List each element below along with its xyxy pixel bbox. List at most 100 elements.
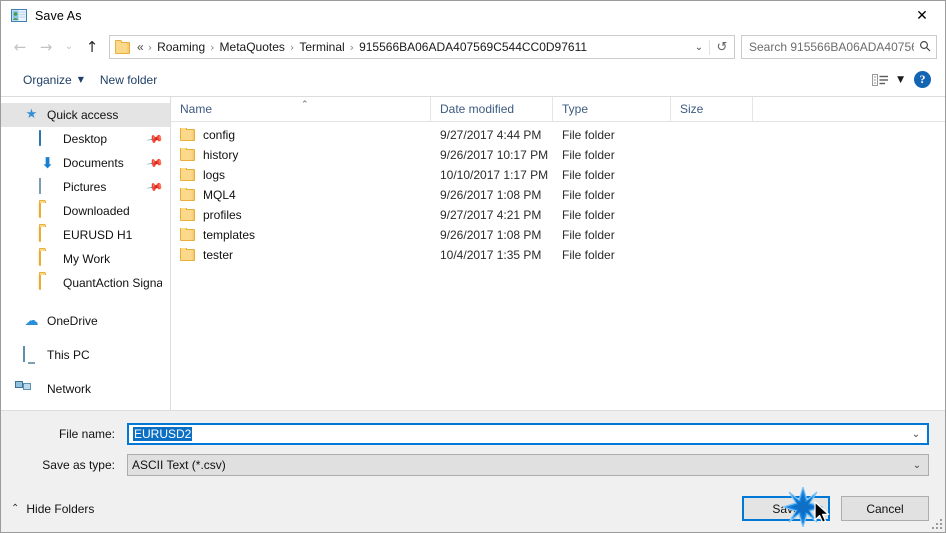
table-row[interactable]: MQL4 9/26/2017 1:08 PM File folder xyxy=(171,185,945,205)
sidebar-item-pictures[interactable]: Pictures 📌 xyxy=(1,175,170,199)
star-icon: ★ xyxy=(25,107,38,122)
desktop-icon xyxy=(39,130,56,147)
sidebar-item-onedrive[interactable]: ☁ OneDrive xyxy=(1,309,170,333)
column-header-name[interactable]: Name ⌃ xyxy=(171,97,431,121)
sidebar-item-desktop[interactable]: Desktop 📌 xyxy=(1,127,170,151)
folder-icon xyxy=(180,208,195,221)
file-date: 9/27/2017 4:44 PM xyxy=(440,128,542,142)
dialog-buttons: Save Cancel xyxy=(742,496,929,521)
file-name-cell: logs xyxy=(171,168,431,182)
search-input[interactable]: Search 915566BA06ADA40756... xyxy=(742,40,914,54)
file-date: 9/27/2017 4:21 PM xyxy=(440,208,542,222)
hide-folders-button[interactable]: ⌃ Hide Folders xyxy=(11,502,94,516)
sidebar-item-label: Quick access xyxy=(47,108,119,122)
hide-folders-label: Hide Folders xyxy=(26,501,95,516)
file-name-cell: tester xyxy=(171,248,431,262)
file-name-cell: profiles xyxy=(171,208,431,222)
save-as-dialog: Save As ✕ ← → ⌄ ↑ « › Roaming › MetaQuot… xyxy=(0,0,946,533)
navigation-bar: ← → ⌄ ↑ « › Roaming › MetaQuotes › Termi… xyxy=(1,31,945,63)
sidebar-item-this-pc[interactable]: This PC xyxy=(1,343,170,367)
chevron-down-icon[interactable]: ⌄ xyxy=(906,460,928,471)
address-dropdown-icon[interactable]: ⌄ xyxy=(689,42,709,53)
chevron-down-icon[interactable]: ⌄ xyxy=(905,429,927,440)
sidebar-item-label: EURUSD H1 xyxy=(63,228,133,242)
search-icon xyxy=(914,40,936,55)
sidebar-item-my-work[interactable]: My Work xyxy=(1,247,170,271)
breadcrumb-item-terminal-id[interactable]: 915566BA06ADA407569C544CC0D97611 xyxy=(356,39,590,55)
save-as-app-icon xyxy=(11,8,27,24)
table-row[interactable]: profiles 9/27/2017 4:21 PM File folder xyxy=(171,205,945,225)
save-as-type-select[interactable]: ASCII Text (*.csv) ⌄ xyxy=(127,454,929,476)
breadcrumb-item-terminal[interactable]: Terminal xyxy=(296,39,347,55)
sidebar-item-label: QuantAction Signal xyxy=(63,276,162,290)
table-row[interactable]: tester 10/4/2017 1:35 PM File folder xyxy=(171,245,945,265)
file-name: config xyxy=(203,128,236,142)
address-folder-icon xyxy=(115,39,131,54)
view-mode-chevron-down-icon[interactable]: ▼ xyxy=(893,75,914,85)
pin-icon: 📌 xyxy=(145,153,165,173)
dialog-body: ★ Quick access Desktop 📌 ⬇ Documents 📌 P… xyxy=(1,97,945,410)
file-name-cell: MQL4 xyxy=(171,188,431,202)
table-row[interactable]: templates 9/26/2017 1:08 PM File folder xyxy=(171,225,945,245)
file-name: history xyxy=(203,148,239,162)
file-type: File folder xyxy=(562,128,615,142)
organize-button[interactable]: Organize ▼ xyxy=(15,69,92,91)
back-button[interactable]: ← xyxy=(7,34,33,60)
resize-grip[interactable] xyxy=(929,516,942,529)
file-name: logs xyxy=(203,168,226,182)
breadcrumb-overflow-icon[interactable]: « xyxy=(136,40,146,54)
address-bar[interactable]: « › Roaming › MetaQuotes › Terminal › 91… xyxy=(109,35,735,59)
sidebar-item-label: My Work xyxy=(63,252,111,266)
column-header-type[interactable]: Type xyxy=(553,97,671,121)
column-header-size[interactable]: Size xyxy=(671,97,753,121)
file-name: MQL4 xyxy=(203,188,236,202)
file-date: 9/26/2017 1:08 PM xyxy=(440,228,542,242)
sidebar-item-documents[interactable]: ⬇ Documents 📌 xyxy=(1,151,170,175)
help-button[interactable]: ? xyxy=(914,71,931,88)
file-name-value: EURUSD2 xyxy=(129,427,905,441)
folder-icon xyxy=(180,188,195,201)
folder-icon xyxy=(180,128,195,141)
save-button[interactable]: Save xyxy=(742,496,830,521)
sidebar-item-label: Documents xyxy=(63,156,124,170)
table-row[interactable]: config 9/27/2017 4:44 PM File folder xyxy=(171,125,945,145)
cloud-icon: ☁ xyxy=(24,313,39,329)
save-as-type-row: Save as type: ASCII Text (*.csv) ⌄ xyxy=(17,454,929,476)
sidebar-item-label: OneDrive xyxy=(47,314,98,328)
folder-icon xyxy=(39,226,56,243)
sidebar-item-label: This PC xyxy=(47,348,90,362)
breadcrumb-item-metaquotes[interactable]: MetaQuotes xyxy=(217,39,288,55)
column-header-date-modified[interactable]: Date modified xyxy=(431,97,553,121)
up-button[interactable]: ↑ xyxy=(79,34,105,60)
sidebar-item-eurusd-h1[interactable]: EURUSD H1 xyxy=(1,223,170,247)
refresh-icon[interactable]: ↺ xyxy=(709,39,734,55)
file-name-selected-text: EURUSD2 xyxy=(133,427,193,441)
table-row[interactable]: logs 10/10/2017 1:17 PM File folder xyxy=(171,165,945,185)
recent-locations-button[interactable]: ⌄ xyxy=(59,34,79,60)
file-name: tester xyxy=(203,248,234,262)
sidebar-item-downloaded[interactable]: Downloaded xyxy=(1,199,170,223)
file-type: File folder xyxy=(562,228,615,242)
file-name-row: File name: EURUSD2 ⌄ xyxy=(17,423,929,445)
sidebar-item-network[interactable]: Network xyxy=(1,377,170,401)
cancel-button[interactable]: Cancel xyxy=(841,496,929,521)
save-as-type-value: ASCII Text (*.csv) xyxy=(132,458,226,472)
file-type: File folder xyxy=(562,148,615,162)
pin-icon: 📌 xyxy=(145,177,165,197)
breadcrumb-separator: › xyxy=(147,40,153,54)
new-folder-button[interactable]: New folder xyxy=(92,69,165,91)
forward-button[interactable]: → xyxy=(33,34,59,60)
documents-icon: ⬇ xyxy=(41,154,54,172)
breadcrumb-item-roaming[interactable]: Roaming xyxy=(154,39,208,55)
close-icon[interactable]: ✕ xyxy=(899,1,945,30)
sidebar-item-quantaction-signal[interactable]: QuantAction Signal xyxy=(1,271,170,295)
sidebar-item-quick-access[interactable]: ★ Quick access xyxy=(1,103,170,127)
file-name-input[interactable]: EURUSD2 ⌄ xyxy=(127,423,929,445)
network-icon xyxy=(23,381,40,397)
table-row[interactable]: history 9/26/2017 10:17 PM File folder xyxy=(171,145,945,165)
view-mode-icon[interactable] xyxy=(871,72,891,88)
organize-label: Organize xyxy=(23,72,72,87)
search-box[interactable]: Search 915566BA06ADA40756... xyxy=(741,35,937,59)
